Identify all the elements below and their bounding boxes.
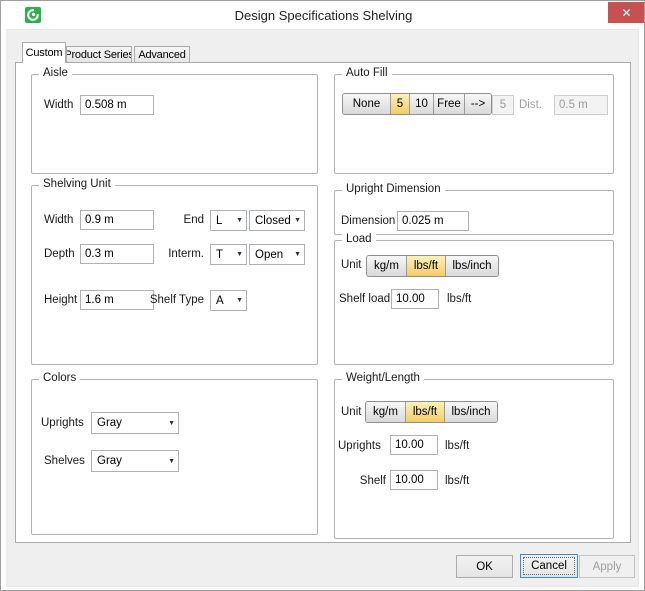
group-colors-title: Colors [39, 372, 80, 384]
shelving-interm-type-dropdown[interactable]: T ▼ [210, 244, 247, 265]
weight-shelf-label: Shelf [354, 475, 386, 489]
shelving-depth-input[interactable] [80, 244, 154, 264]
shelving-depth-label: Depth [44, 248, 75, 262]
auto-fill-free-button[interactable]: Free [434, 94, 465, 114]
auto-fill-none-button[interactable]: None [343, 94, 391, 114]
tab-page-custom: Aisle Width Auto Fill None 5 10 Free -->… [15, 62, 631, 543]
chevron-down-icon: ▼ [236, 251, 243, 258]
aisle-width-input[interactable] [80, 95, 154, 115]
group-shelving-unit: Shelving Unit Width End L ▼ Closed ▼ Dep… [31, 185, 318, 365]
group-weight-length: Weight/Length Unit kg/m lbs/ft lbs/inch … [334, 379, 614, 539]
close-icon[interactable]: ✕ [608, 2, 645, 23]
auto-fill-arrow-button[interactable]: --> [465, 94, 491, 114]
tab-advanced[interactable]: Advanced [134, 46, 190, 63]
ok-button[interactable]: OK [456, 555, 513, 578]
shelving-end-style-dropdown[interactable]: Closed ▼ [249, 210, 305, 231]
dimension-label: Dimension [341, 215, 395, 229]
shelf-load-label: Shelf load [339, 293, 390, 307]
group-load-title: Load [342, 233, 376, 245]
shelf-type-dropdown[interactable]: A ▼ [210, 290, 247, 311]
weight-unit-lbsinch-button[interactable]: lbs/inch [445, 402, 497, 422]
shelf-type-label: Shelf Type [144, 294, 204, 308]
shelves-color-dropdown[interactable]: Gray ▼ [91, 450, 179, 472]
group-shelving-unit-title: Shelving Unit [39, 178, 115, 190]
group-load: Load Unit kg/m lbs/ft lbs/inch Shelf loa… [334, 240, 614, 365]
cancel-button[interactable]: Cancel [520, 554, 578, 578]
auto-fill-10-button[interactable]: 10 [410, 94, 434, 114]
chevron-down-icon: ▼ [168, 458, 175, 465]
group-weight-length-title: Weight/Length [342, 372, 424, 384]
shelving-interm-label: Interm. [164, 248, 204, 262]
load-unit-segmented-control: kg/m lbs/ft lbs/inch [366, 255, 499, 277]
load-unit-lbsinch-button[interactable]: lbs/inch [446, 256, 498, 276]
chevron-down-icon: ▼ [168, 420, 175, 427]
load-unit-kgm-button[interactable]: kg/m [367, 256, 407, 276]
group-upright-dimension-title: Upright Dimension [342, 183, 445, 195]
load-unit-label: Unit [341, 259, 361, 273]
dimension-input[interactable] [397, 211, 469, 231]
auto-fill-5-button[interactable]: 5 [391, 94, 410, 114]
chevron-down-icon: ▼ [236, 297, 243, 304]
aisle-width-label: Width [44, 99, 73, 113]
shelf-load-unit-text: lbs/ft [447, 293, 471, 307]
shelving-end-label: End [164, 214, 204, 228]
window-title: Design Specifications Shelving [1, 8, 645, 24]
group-upright-dimension: Upright Dimension Dimension [334, 190, 614, 235]
group-colors: Colors Uprights Gray ▼ Shelves Gray ▼ [31, 379, 318, 535]
group-aisle-title: Aisle [39, 67, 72, 79]
apply-button[interactable]: Apply [579, 555, 635, 578]
uprights-color-dropdown[interactable]: Gray ▼ [91, 412, 179, 434]
shelving-width-label: Width [44, 214, 73, 228]
chevron-down-icon: ▼ [294, 251, 301, 258]
group-auto-fill-title: Auto Fill [342, 67, 392, 79]
weight-uprights-input[interactable] [390, 435, 438, 455]
weight-uprights-label: Uprights [338, 440, 381, 454]
dialog-window: Design Specifications Shelving ✕ Custom … [0, 0, 645, 591]
load-unit-lbsft-button[interactable]: lbs/ft [407, 256, 446, 276]
weight-unit-segmented-control: kg/m lbs/ft lbs/inch [365, 401, 498, 423]
weight-unit-label: Unit [341, 406, 361, 420]
shelving-end-type-dropdown[interactable]: L ▼ [210, 210, 247, 231]
group-aisle: Aisle Width [31, 74, 318, 174]
auto-fill-count-input [492, 95, 514, 115]
weight-shelf-unit-text: lbs/ft [445, 475, 469, 489]
weight-unit-lbsft-button[interactable]: lbs/ft [406, 402, 445, 422]
shelving-height-input[interactable] [80, 290, 154, 310]
auto-fill-dist-label: Dist. [519, 99, 542, 113]
weight-shelf-input[interactable] [390, 470, 438, 490]
colors-shelves-label: Shelves [44, 455, 85, 469]
shelf-load-input[interactable] [391, 289, 439, 309]
shelving-interm-style-dropdown[interactable]: Open ▼ [249, 244, 305, 265]
weight-unit-kgm-button[interactable]: kg/m [366, 402, 406, 422]
colors-uprights-label: Uprights [41, 417, 84, 431]
auto-fill-dist-input [554, 95, 608, 115]
weight-uprights-unit-text: lbs/ft [445, 440, 469, 454]
chevron-down-icon: ▼ [236, 217, 243, 224]
tab-product-series[interactable]: Product Series [66, 46, 132, 63]
tab-custom[interactable]: Custom [22, 42, 66, 63]
chevron-down-icon: ▼ [294, 217, 301, 224]
shelving-width-input[interactable] [80, 210, 154, 230]
auto-fill-mode-segmented-control: None 5 10 Free --> [342, 93, 492, 115]
shelving-height-label: Height [44, 294, 77, 308]
group-auto-fill: Auto Fill None 5 10 Free --> Dist. [334, 74, 614, 174]
